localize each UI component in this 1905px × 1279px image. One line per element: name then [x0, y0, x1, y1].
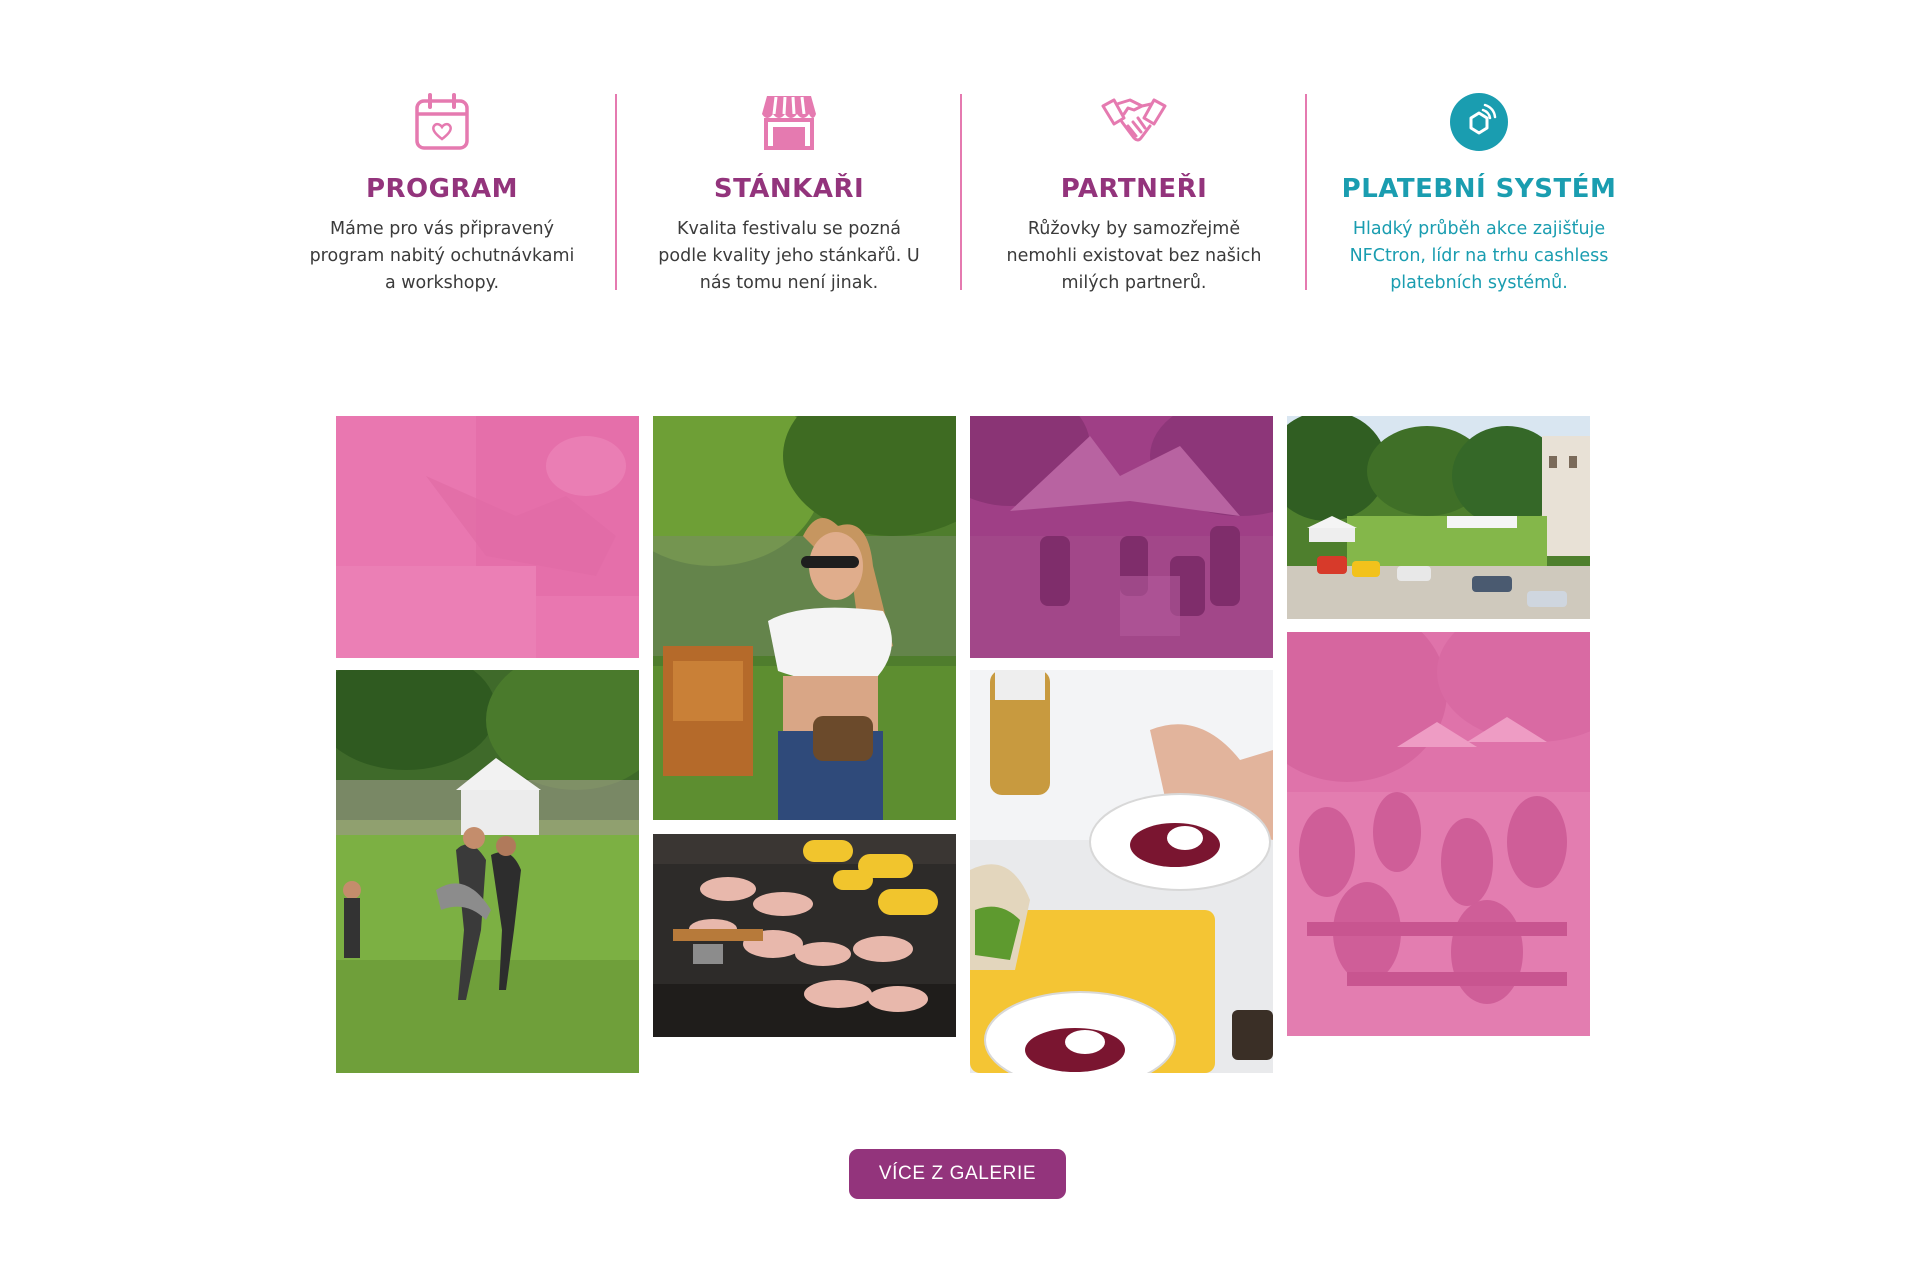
features-section: PROGRAM Máme pro vás připravený program … [0, 0, 1905, 340]
more-gallery-button[interactable]: VÍCE Z GALERIE [849, 1149, 1066, 1199]
gallery-photo[interactable] [336, 416, 639, 658]
gallery-photo[interactable] [1287, 632, 1590, 1036]
gallery-photo[interactable] [970, 416, 1273, 658]
gallery-photo[interactable] [653, 416, 956, 820]
feature-program[interactable]: PROGRAM Máme pro vás připravený program … [270, 92, 614, 297]
gallery-photo[interactable] [336, 670, 639, 1073]
feature-description: Růžovky by samozřejmě nemohli existovat … [1006, 219, 1262, 293]
gallery-photo[interactable] [653, 834, 956, 1037]
feature-title: PARTNEŘI [1060, 174, 1208, 204]
gallery-photo[interactable] [970, 670, 1273, 1073]
feature-title: STÁNKAŘI [713, 174, 865, 204]
market-stall-icon [762, 96, 816, 150]
gallery-photo[interactable] [1287, 416, 1590, 619]
feature-platebni-system[interactable]: PLATEBNÍ SYSTÉM Hladký průběh akce zajiš… [1307, 92, 1651, 297]
feature-description: Hladký průběh akce zajišťuje NFCtron, lí… [1349, 219, 1609, 293]
feature-description: Máme pro vás připravený program nabitý o… [309, 219, 575, 293]
feature-description: Kvalita festivalu se pozná podle kvality… [658, 219, 920, 293]
handshake-icon [1101, 98, 1167, 142]
calendar-heart-icon [415, 93, 469, 150]
feature-title: PLATEBNÍ SYSTÉM [1341, 174, 1617, 204]
nfc-payment-icon [1450, 93, 1508, 151]
feature-partneri[interactable]: PARTNEŘI Růžovky by samozřejmě nemohli e… [962, 92, 1306, 297]
feature-title: PROGRAM [365, 174, 519, 204]
feature-stankari[interactable]: STÁNKAŘI Kvalita festivalu se pozná podl… [617, 92, 961, 297]
